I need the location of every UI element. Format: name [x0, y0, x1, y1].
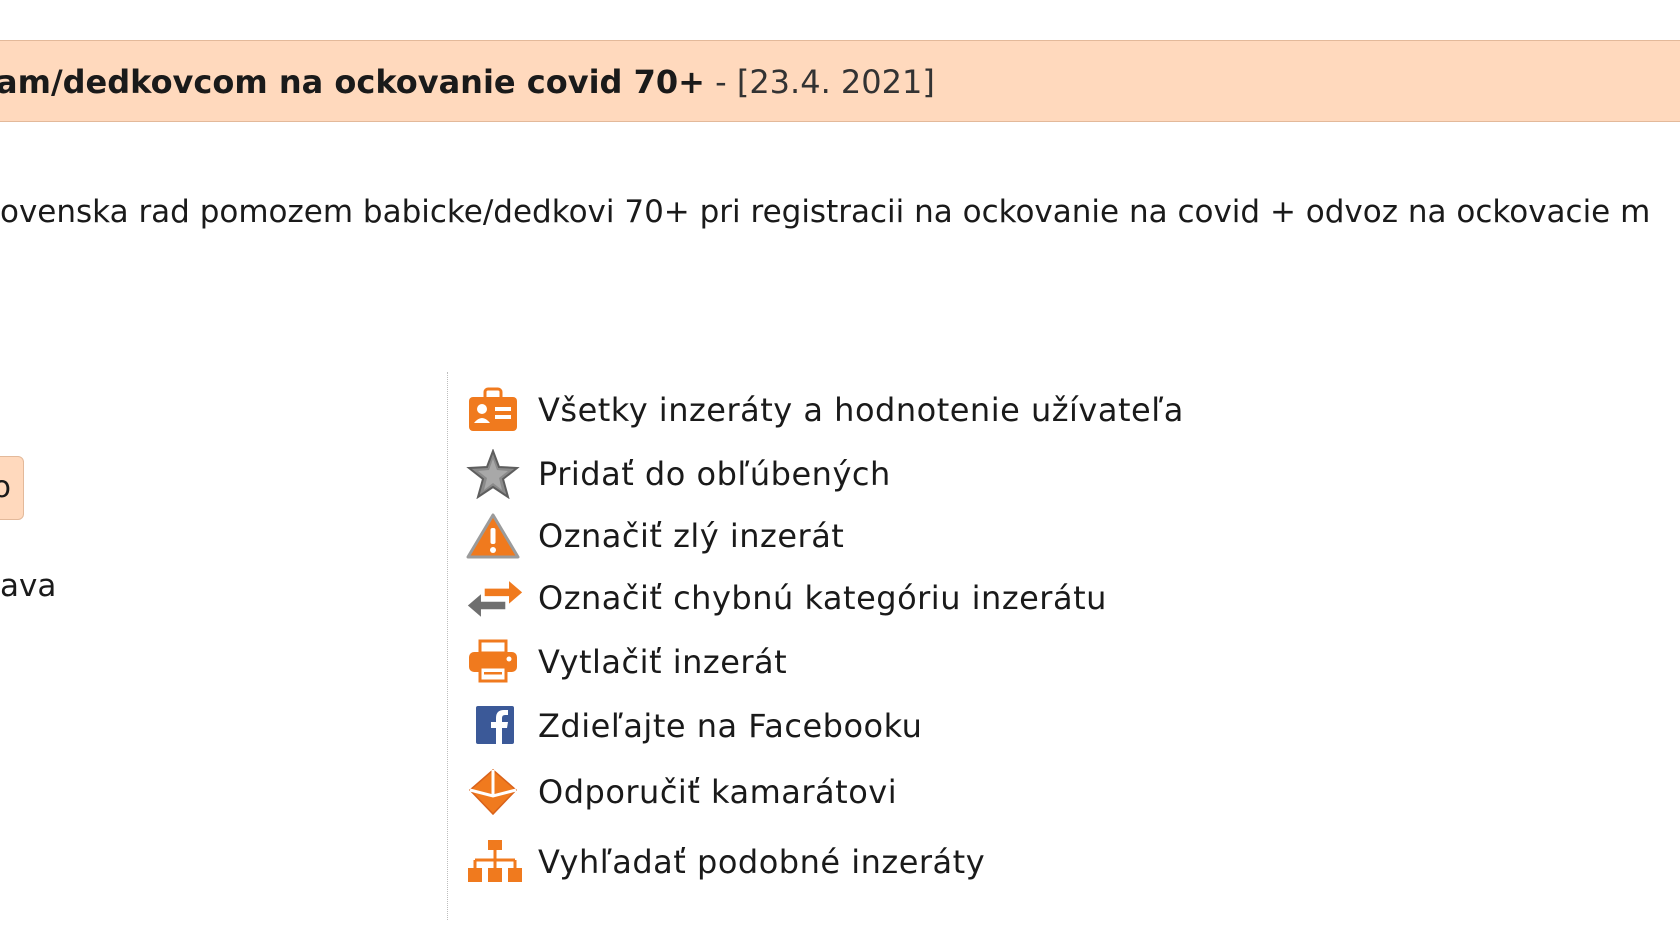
contact-button-label: o	[0, 470, 11, 505]
action-print-ad[interactable]: Vytlačiť inzerát	[466, 636, 787, 688]
hierarchy-icon	[466, 836, 524, 888]
ad-title-separator: -	[704, 63, 737, 101]
action-label: Odporučiť kamarátovi	[538, 773, 898, 811]
envelope-icon	[466, 766, 524, 818]
location-text: ava	[0, 568, 57, 604]
facebook-icon	[466, 700, 524, 752]
contact-button[interactable]: o	[0, 456, 24, 520]
swap-arrows-icon	[466, 572, 524, 624]
action-label: Vytlačiť inzerát	[538, 643, 788, 681]
action-all-user-ads[interactable]: Všetky inzeráty a hodnotenie užívateľa	[466, 384, 1184, 436]
ad-date: [23.4. 2021]	[736, 63, 935, 101]
action-label: Pridať do obľúbených	[538, 455, 891, 493]
action-add-favorite[interactable]: Pridať do obľúbených	[466, 448, 891, 500]
action-label: Označiť chybnú kategóriu inzerátu	[538, 579, 1107, 617]
action-search-similar[interactable]: Vyhľadať podobné inzeráty	[466, 836, 985, 888]
action-report-bad-ad[interactable]: Označiť zlý inzerát	[466, 510, 844, 562]
action-label: Označiť zlý inzerát	[538, 517, 845, 555]
ad-title-text: am/dedkovcom na ockovanie covid 70+	[0, 63, 705, 101]
ad-title: am/dedkovcom na ockovanie covid 70+ - [2…	[0, 63, 935, 101]
action-share-facebook[interactable]: Zdieľajte na Facebooku	[466, 700, 922, 752]
star-icon	[466, 448, 524, 500]
printer-icon	[466, 636, 524, 688]
user-card-icon	[466, 384, 524, 436]
action-label: Zdieľajte na Facebooku	[538, 707, 923, 745]
ad-title-bar: am/dedkovcom na ockovanie covid 70+ - [2…	[0, 40, 1680, 122]
column-divider	[447, 372, 448, 920]
action-report-wrong-category[interactable]: Označiť chybnú kategóriu inzerátu	[466, 572, 1107, 624]
ad-detail-page: am/dedkovcom na ockovanie covid 70+ - [2…	[0, 0, 1680, 945]
warning-icon	[466, 510, 524, 562]
action-label: Všetky inzeráty a hodnotenie užívateľa	[538, 391, 1184, 429]
action-label: Vyhľadať podobné inzeráty	[538, 843, 986, 881]
action-recommend-friend[interactable]: Odporučiť kamarátovi	[466, 766, 897, 818]
ad-description: ovenska rad pomozem babicke/dedkovi 70+ …	[0, 194, 1651, 230]
